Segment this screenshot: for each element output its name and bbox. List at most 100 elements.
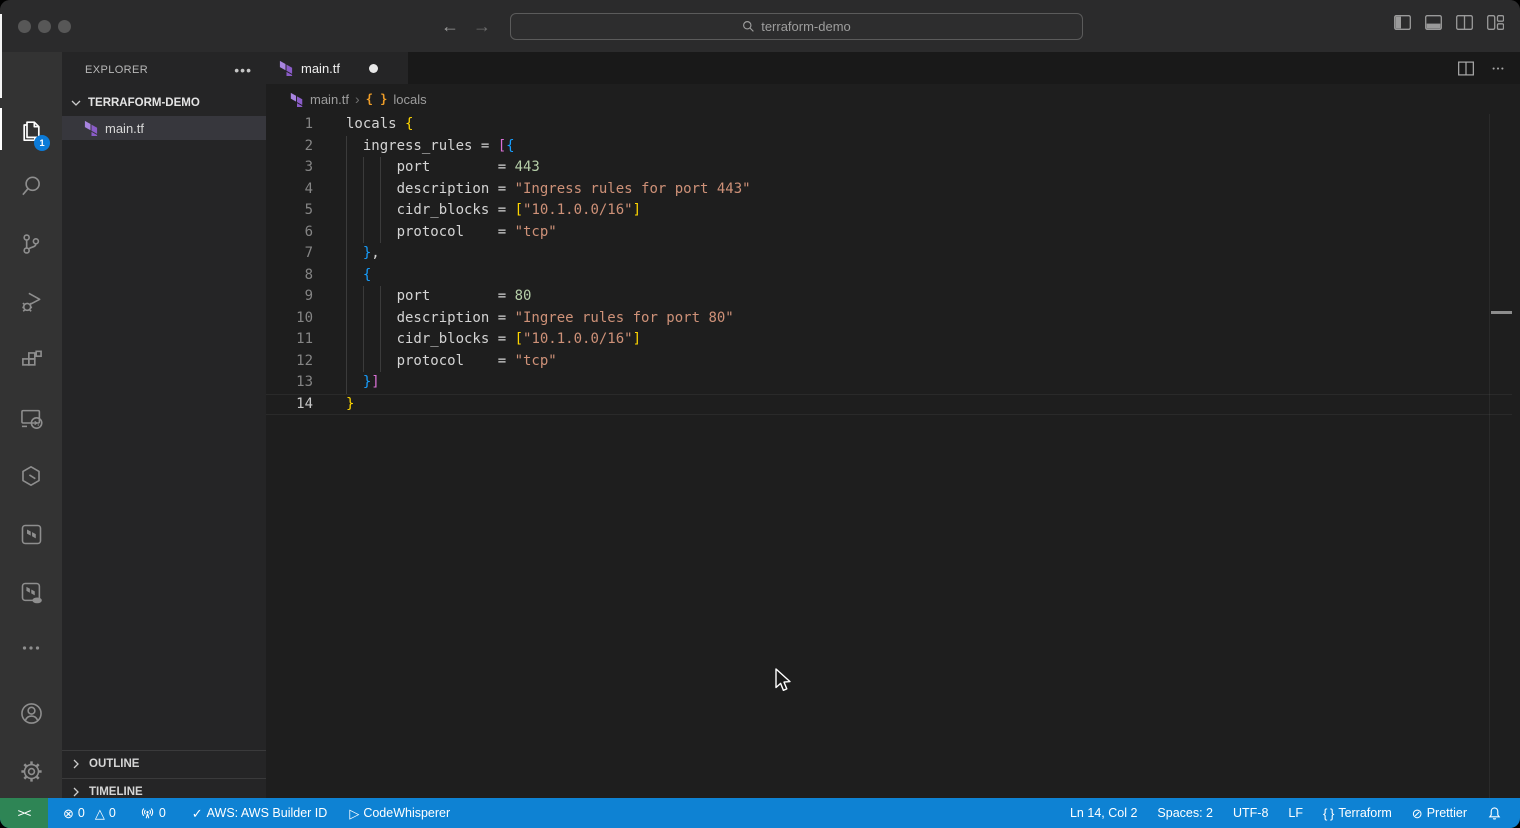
check-icon: ✓ [192,807,203,820]
back-arrow-icon[interactable]: ← [438,14,462,38]
tab-main-tf[interactable]: main.tf [266,52,408,84]
folder-terraform-demo[interactable]: TERRAFORM-DEMO [62,92,266,114]
line-number: 4 [266,179,313,201]
breadcrumb-symbol[interactable]: locals [393,92,426,107]
cursor-position-status[interactable]: Ln 14, Col 2 [1060,806,1147,820]
more-views-icon[interactable] [0,624,62,672]
code-line-5[interactable]: 5 cidr_blocks = ["10.1.0.0/16"] [266,200,1520,222]
toggle-secondary-sidebar-icon[interactable] [1456,15,1473,30]
code-line-8[interactable]: 8 { [266,265,1520,287]
error-icon: ⊗ [63,807,74,820]
explorer-icon[interactable]: 1 [0,105,62,153]
remote-icon: >< [18,806,30,820]
sidebar-title: EXPLORER [85,64,148,76]
codewhisperer-status[interactable]: ▷ CodeWhisperer [342,798,457,828]
file-item-main-tf[interactable]: main.tf [62,116,266,140]
code-line-13[interactable]: 13 }] [266,372,1520,394]
code-line-10[interactable]: 10 description = "Ingree rules for port … [266,308,1520,330]
line-number: 6 [266,222,313,244]
outline-section[interactable]: OUTLINE [62,750,266,777]
source-control-icon[interactable] [0,220,62,268]
line-number: 11 [266,329,313,351]
line-number: 9 [266,286,313,308]
titlebar: ← → terraform-demo [0,0,1520,52]
code-text: }] [346,372,380,394]
code-text: description = "Ingree rules for port 80" [346,308,734,330]
split-editor-icon[interactable] [1458,61,1474,76]
status-bar: >< ⊗ 0 △ 0 0 ✓ AWS: AWS Builder ID ▷ Cod… [0,798,1520,828]
eol-status[interactable]: LF [1278,806,1313,820]
terraform-file-icon [279,60,294,76]
code-line-9[interactable]: 9 port = 80 [266,286,1520,308]
line-number: 7 [266,243,313,265]
overview-ruler-cursor-marker [1491,311,1512,314]
code-line-3[interactable]: 3 port = 443 [266,157,1520,179]
radio-tower-icon [140,806,155,820]
search-view-icon[interactable] [0,162,62,210]
minimize-button[interactable] [38,20,51,33]
prettier-status[interactable]: ⊘ Prettier [1402,806,1477,820]
activity-bar: 1 [0,52,62,798]
bell-icon [1487,806,1502,821]
line-number: 1 [266,114,313,136]
views-and-more-actions-icon[interactable]: ••• [234,62,252,78]
code-line-14[interactable]: 14} [266,394,1520,416]
code-text: protocol = "tcp" [346,222,557,244]
remote-indicator[interactable]: >< [0,798,48,828]
code-editor[interactable]: 1locals {2 ingress_rules = [{3 port = 44… [266,114,1520,424]
run-debug-icon[interactable] [0,278,62,326]
hexagon-extension-icon[interactable] [0,452,62,500]
close-button[interactable] [18,20,31,33]
explorer-sidebar: EXPLORER ••• TERRAFORM-DEMO main.tf OUTL… [62,52,266,798]
code-line-12[interactable]: 12 protocol = "tcp" [266,351,1520,373]
window-edge-highlight [0,14,2,98]
code-line-2[interactable]: 2 ingress_rules = [{ [266,136,1520,158]
terraform-file-icon [290,92,304,107]
code-text: ingress_rules = [{ [346,136,515,158]
tab-label: main.tf [301,61,340,76]
accounts-icon[interactable] [0,689,62,737]
scrollbar-divider [1489,114,1490,798]
customize-layout-icon[interactable] [1487,15,1504,30]
forward-arrow-icon[interactable]: → [470,14,494,38]
language-status[interactable]: { } Terraform [1313,806,1402,820]
terraform-icon[interactable] [0,510,62,558]
encoding-status[interactable]: UTF-8 [1223,806,1278,820]
line-number: 8 [266,265,313,287]
notifications-status[interactable] [1477,806,1512,821]
vscode-window: ← → terraform-demo 1 [0,0,1520,828]
extensions-icon[interactable] [0,336,62,384]
code-line-1[interactable]: 1locals { [266,114,1520,136]
code-line-11[interactable]: 11 cidr_blocks = ["10.1.0.0/16"] [266,329,1520,351]
toggle-primary-sidebar-icon[interactable] [1394,15,1411,30]
remote-explorer-icon[interactable] [0,394,62,442]
code-text: protocol = "tcp" [346,351,557,373]
more-actions-icon[interactable] [1490,61,1506,76]
symbol-namespace-icon: { } [366,92,388,106]
terraform-cloud-icon[interactable] [0,568,62,616]
warning-icon: △ [95,807,105,820]
line-number: 13 [266,372,313,394]
command-center-search[interactable]: terraform-demo [510,13,1083,40]
code-text: }, [346,243,380,265]
explorer-badge: 1 [34,135,50,151]
file-name: main.tf [105,121,144,136]
ports-status[interactable]: 0 [133,798,173,828]
zoom-button[interactable] [58,20,71,33]
braces-icon: { } [1323,807,1334,820]
toggle-panel-icon[interactable] [1425,15,1442,30]
modified-dot-icon[interactable] [369,64,378,73]
code-text: port = 443 [346,157,540,179]
settings-gear-icon[interactable] [0,747,62,795]
code-line-4[interactable]: 4 description = "Ingress rules for port … [266,179,1520,201]
breadcrumb-separator: › [355,91,360,107]
breadcrumb-file[interactable]: main.tf [310,92,349,107]
code-line-6[interactable]: 6 protocol = "tcp" [266,222,1520,244]
problems-status[interactable]: ⊗ 0 △ 0 [56,798,123,828]
terraform-file-icon [84,120,99,136]
aws-builder-id-status[interactable]: ✓ AWS: AWS Builder ID [185,798,335,828]
indentation-status[interactable]: Spaces: 2 [1147,806,1223,820]
breadcrumb: main.tf › { } locals [266,84,1520,114]
line-number: 3 [266,157,313,179]
code-line-7[interactable]: 7 }, [266,243,1520,265]
